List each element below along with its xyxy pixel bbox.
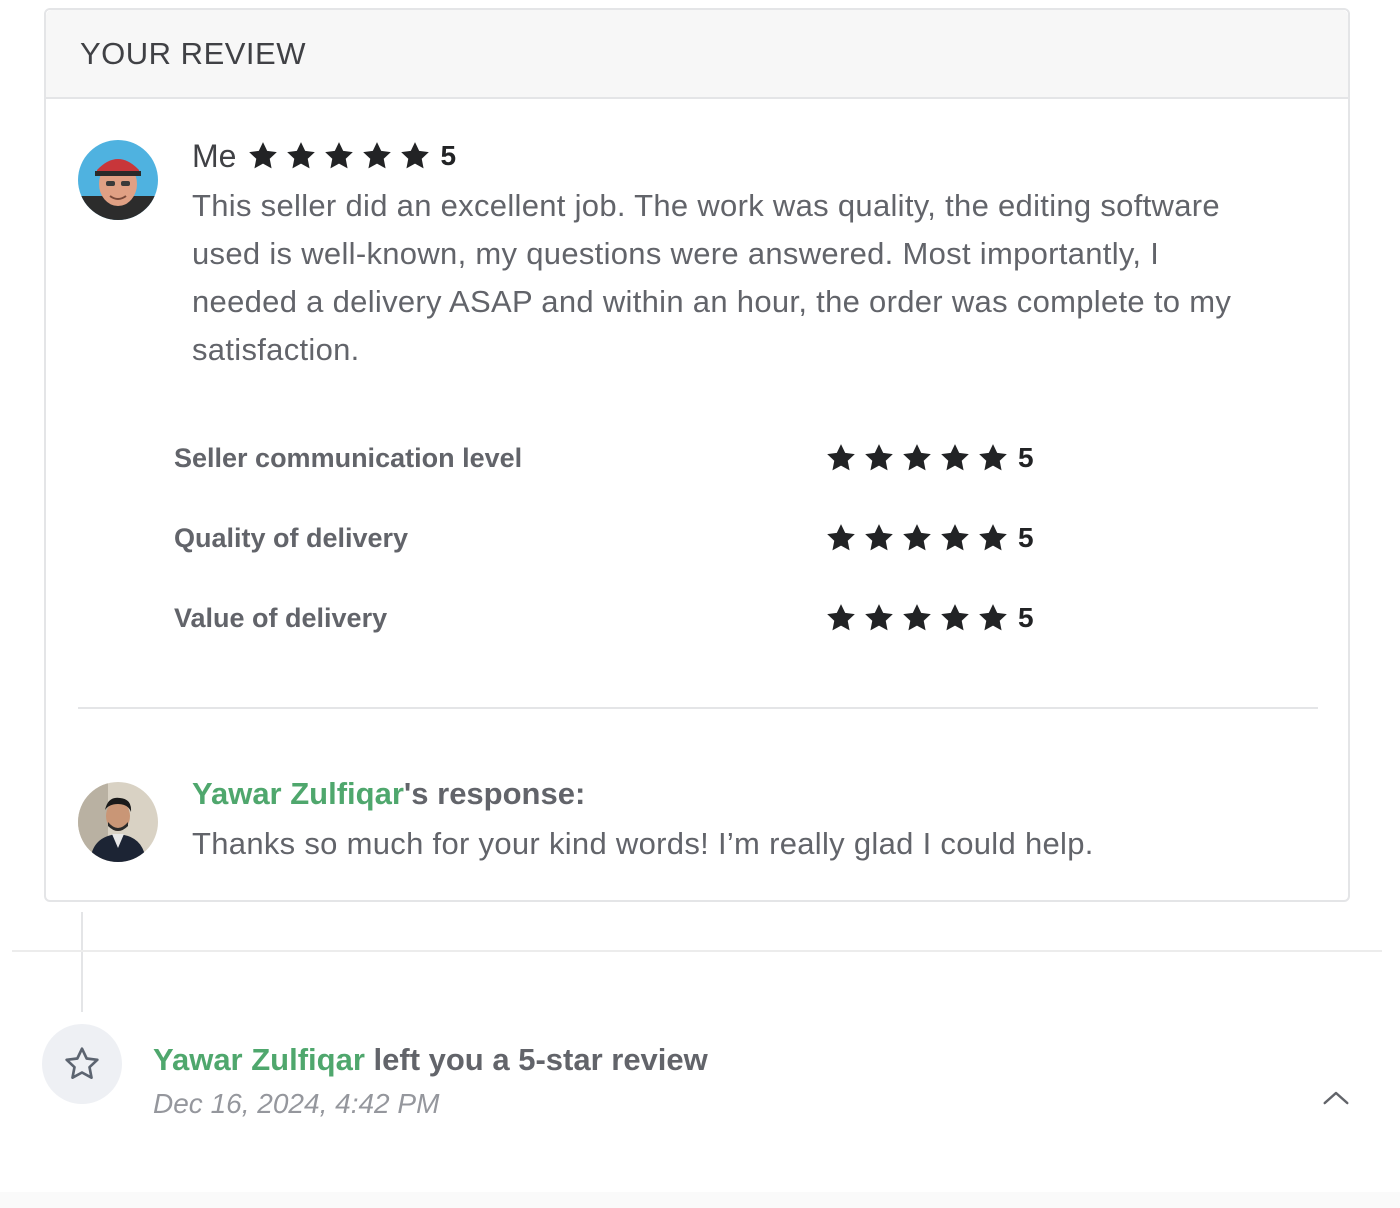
event-title: Yawar Zulfiqar left you a 5-star review <box>153 1042 708 1078</box>
star-icon <box>938 441 974 475</box>
card-header-title: YOUR REVIEW <box>80 35 306 71</box>
star-icon <box>900 601 936 635</box>
criteria-row-communication: Seller communication level 5 <box>174 438 1034 478</box>
star-icon <box>322 139 358 173</box>
criteria-rating-value: 5 <box>1018 442 1034 473</box>
overall-rating-value: 5 <box>440 140 457 171</box>
seller-name-link[interactable]: Yawar Zulfiqar <box>192 776 404 811</box>
buyer-avatar <box>78 140 158 220</box>
event-date: Dec 16, 2024, 4:42 PM <box>153 1088 440 1119</box>
star-icon <box>900 521 936 555</box>
star-icon <box>976 521 1012 555</box>
criteria-row-quality: Quality of delivery 5 <box>174 518 1034 558</box>
star-outline-icon <box>65 1047 99 1079</box>
response-title: Yawar Zulfiqar's response: <box>192 776 585 816</box>
response-title-suffix: 's response: <box>403 776 586 811</box>
star-icon <box>862 521 898 555</box>
timeline-connector <box>81 912 83 1012</box>
star-icon <box>246 139 282 173</box>
seller-response-text: Thanks so much for your kind words! I’m … <box>192 826 1094 861</box>
section-divider <box>12 950 1382 952</box>
event-text: left you a 5-star review <box>364 1042 708 1077</box>
star-icon <box>862 441 898 475</box>
star-icon <box>824 441 860 475</box>
criteria-label: Seller communication level <box>174 442 523 473</box>
star-icon <box>360 139 396 173</box>
criteria-rating-value: 5 <box>1018 522 1034 553</box>
event-actor-link[interactable]: Yawar Zulfiqar <box>153 1042 365 1077</box>
star-icon <box>824 521 860 555</box>
criteria-stars: 5 <box>824 601 1034 635</box>
buyer-review-header: Me 5 <box>192 136 456 176</box>
star-icon <box>862 601 898 635</box>
chevron-up-icon <box>1323 1091 1349 1105</box>
order-activity-page: YOUR REVIEW Me 5 This seller did an exce… <box>0 0 1400 1208</box>
criteria-label: Quality of delivery <box>174 522 409 553</box>
review-card: YOUR REVIEW Me 5 This seller did an exce… <box>44 8 1350 902</box>
criteria-stars: 5 <box>824 521 1034 555</box>
card-divider <box>78 707 1318 709</box>
criteria-row-value: Value of delivery 5 <box>174 598 1034 638</box>
star-icon <box>976 441 1012 475</box>
star-icon <box>938 521 974 555</box>
criteria-label: Value of delivery <box>174 602 388 633</box>
card-header: YOUR REVIEW <box>46 10 1348 99</box>
star-icon <box>976 601 1012 635</box>
star-icon <box>900 441 936 475</box>
event-icon-badge <box>42 1024 122 1104</box>
star-icon <box>398 139 434 173</box>
criteria-rating-value: 5 <box>1018 602 1034 633</box>
star-icon <box>284 139 320 173</box>
buyer-review-text: This seller did an excellent job. The wo… <box>192 188 1232 367</box>
overall-rating-stars: 5 <box>246 139 456 173</box>
star-icon <box>824 601 860 635</box>
star-icon <box>938 601 974 635</box>
collapse-button[interactable] <box>1318 1080 1354 1116</box>
buyer-name: Me <box>192 137 237 174</box>
bottom-band <box>0 1192 1400 1208</box>
seller-avatar <box>78 782 158 862</box>
criteria-stars: 5 <box>824 441 1034 475</box>
